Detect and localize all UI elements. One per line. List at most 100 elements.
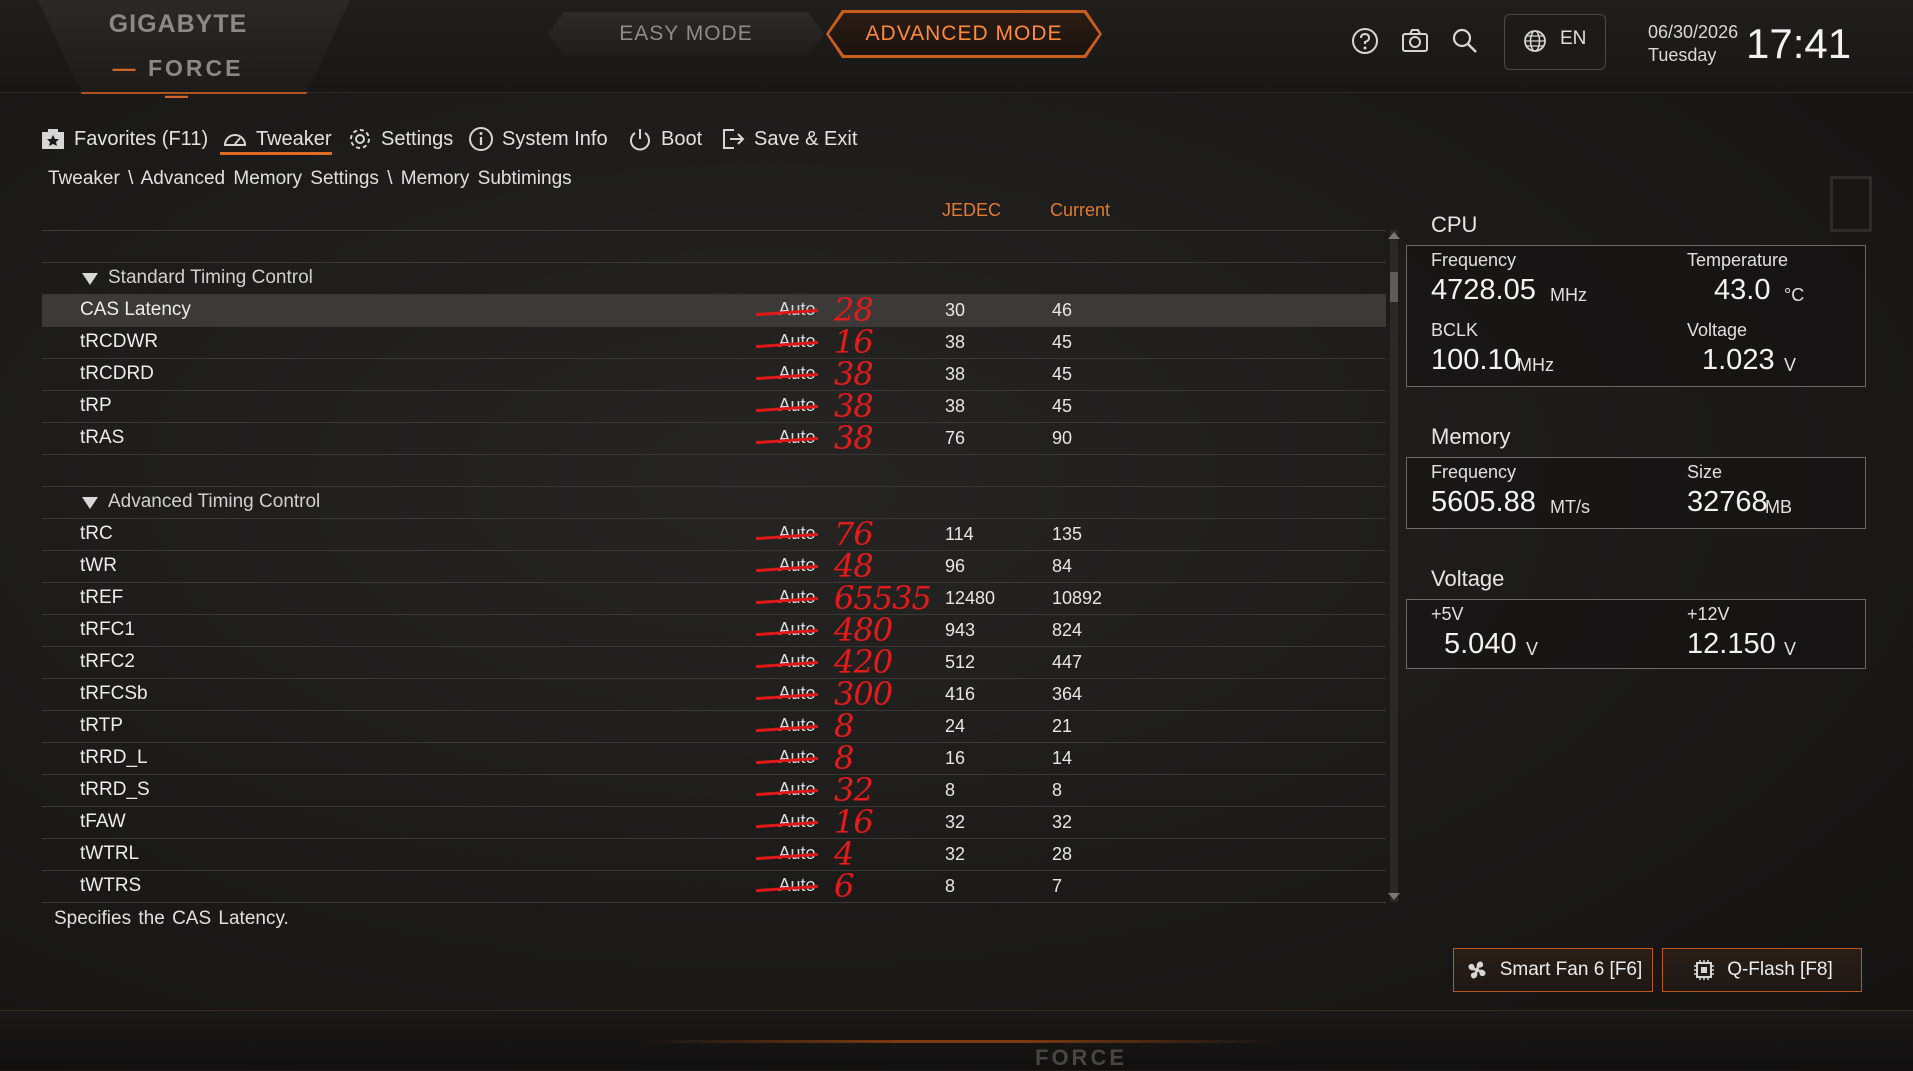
cpu-voltage-value: 1.023: [1702, 344, 1775, 376]
jedec-value: 512: [945, 652, 976, 672]
collapse-triangle-icon: [82, 273, 98, 285]
setting-name: tRP: [80, 395, 112, 416]
memory-size-value: 32768: [1687, 486, 1768, 518]
tab-tweaker-label: Tweaker: [256, 127, 332, 150]
jedec-value: 32: [945, 844, 966, 864]
tab-save-exit[interactable]: Save & Exit: [720, 124, 857, 154]
table-row[interactable]: tWTRL Auto 4 32 28: [42, 835, 1386, 873]
current-value: 447: [1052, 652, 1083, 672]
section-header-standard[interactable]: Standard Timing Control: [42, 263, 1386, 295]
cpu-temperature-unit: °C: [1784, 285, 1805, 305]
table-row[interactable]: tRP Auto 38 38 45: [42, 387, 1386, 425]
jedec-value: 8: [945, 876, 956, 896]
current-value: 84: [1052, 556, 1073, 576]
table-row[interactable]: tRTP Auto 8 24 21: [42, 707, 1386, 745]
setting-name: tRTP: [80, 715, 123, 736]
date: 06/30/2026: [1648, 22, 1739, 42]
v5-unit: V: [1526, 639, 1539, 659]
handwritten-note: 38: [834, 419, 874, 457]
tab-settings-label: Settings: [381, 127, 454, 150]
handwritten-note: 6: [834, 867, 854, 905]
table-row[interactable]: tRFCSb Auto 300 416 364: [42, 675, 1386, 713]
table-row[interactable]: tRRD_L Auto 8 16 14: [42, 739, 1386, 777]
scroll-up-arrow[interactable]: [1388, 232, 1400, 239]
table-row[interactable]: tRCDWR Auto 16 38 45: [42, 323, 1386, 361]
section-label: Advanced Timing Control: [108, 491, 321, 512]
scrollbar-track[interactable]: [1390, 230, 1398, 902]
bclk-label: BCLK: [1431, 320, 1479, 340]
table-row[interactable]: CAS Latency Auto 28 30 46: [42, 291, 1386, 329]
setting-name: tRRD_S: [80, 779, 150, 800]
setting-name: tWTRL: [80, 843, 140, 864]
collapse-triangle-icon: [82, 497, 98, 509]
table-row[interactable]: tRRD_S Auto 32 8 8: [42, 771, 1386, 809]
current-value: 364: [1052, 684, 1083, 704]
table-row[interactable]: tRFC2 Auto 420 512 447: [42, 643, 1386, 681]
smart-fan-button[interactable]: Smart Fan 6 [F6]: [1453, 948, 1653, 992]
memory-frequency-value: 5605.88: [1431, 486, 1536, 518]
setting-name: tRAS: [80, 427, 125, 448]
jedec-value: 16: [945, 748, 966, 768]
table-row[interactable]: tWR Auto 48 96 84: [42, 547, 1386, 585]
scroll-down-arrow[interactable]: [1388, 893, 1400, 900]
tab-system-info[interactable]: System Info: [468, 124, 608, 154]
setting-name: CAS Latency: [80, 299, 191, 320]
current-value: 135: [1052, 524, 1083, 544]
easy-mode-button[interactable]: EASY MODE: [548, 12, 824, 56]
speedometer-icon: [223, 134, 247, 146]
search-icon[interactable]: [1448, 24, 1482, 58]
cpu-frequency-label: Frequency: [1431, 250, 1517, 270]
setting-name: tRC: [80, 523, 113, 544]
tab-save-exit-label: Save & Exit: [754, 127, 858, 150]
column-header-current: Current: [1050, 200, 1111, 220]
exit-icon: [723, 129, 745, 149]
current-value: 45: [1052, 396, 1073, 416]
tab-favorites[interactable]: Favorites (F11): [40, 124, 208, 154]
memory-panel-title: Memory: [1431, 424, 1511, 449]
table-row[interactable]: tFAW Auto 16 32 32: [42, 803, 1386, 841]
v5-label: +5V: [1431, 604, 1464, 624]
smart-fan-label: Smart Fan 6 [F6]: [1499, 959, 1643, 980]
jedec-value: 8: [945, 780, 956, 800]
scrollbar-thumb[interactable]: [1390, 272, 1398, 302]
cpu-temperature-value: 43.0: [1714, 274, 1771, 306]
memory-size-unit: MB: [1765, 497, 1792, 517]
cpu-frequency-unit: MHz: [1550, 285, 1587, 305]
current-value: 21: [1052, 716, 1073, 736]
table-row[interactable]: tRC Auto 76 114 135: [42, 515, 1386, 553]
jedec-value: 76: [945, 428, 966, 448]
advanced-mode-button[interactable]: ADVANCED MODE: [829, 13, 1099, 55]
table-row[interactable]: tREF Auto 65535 12480 10892: [42, 579, 1386, 617]
jedec-value: 96: [945, 556, 966, 576]
setting-name: tRFC1: [80, 619, 135, 640]
qflash-label: Q-Flash [F8]: [1727, 959, 1833, 980]
language-label: EN: [1560, 28, 1587, 49]
help-icon[interactable]: [1348, 24, 1382, 58]
table-row[interactable]: tRAS Auto 38 76 90: [42, 419, 1386, 457]
gear-icon: [350, 129, 370, 149]
tab-boot[interactable]: Boot: [627, 124, 702, 154]
memory-size-label: Size: [1687, 462, 1723, 482]
cpu-temperature-label: Temperature: [1687, 250, 1789, 270]
language-selector[interactable]: [1504, 14, 1606, 70]
jedec-value: 12480: [945, 588, 996, 608]
globe-icon: [1522, 28, 1548, 54]
table-spacer-row: [42, 455, 1386, 487]
tab-tweaker[interactable]: Tweaker: [222, 124, 332, 154]
jedec-value: 24: [945, 716, 966, 736]
table-row[interactable]: tRCDRD Auto 38 38 45: [42, 355, 1386, 393]
table-row[interactable]: tRFC1 Auto 480 943 824: [42, 611, 1386, 649]
current-value: 32: [1052, 812, 1073, 832]
breadcrumb: Tweaker \ Advanced Memory Settings \ Mem…: [48, 168, 572, 189]
tab-settings[interactable]: Settings: [347, 124, 453, 154]
camera-icon[interactable]: [1398, 24, 1432, 58]
current-value: 8: [1052, 780, 1063, 800]
table-row[interactable]: tWTRS Auto 6 8 7: [42, 867, 1386, 905]
qflash-button[interactable]: Q-Flash [F8]: [1662, 948, 1862, 992]
jedec-value: 30: [945, 300, 966, 320]
current-value: 824: [1052, 620, 1083, 640]
section-header-advanced[interactable]: Advanced Timing Control: [42, 487, 1386, 519]
jedec-value: 38: [945, 364, 966, 384]
jedec-value: 114: [945, 524, 974, 544]
voltage-panel-title: Voltage: [1431, 566, 1505, 591]
